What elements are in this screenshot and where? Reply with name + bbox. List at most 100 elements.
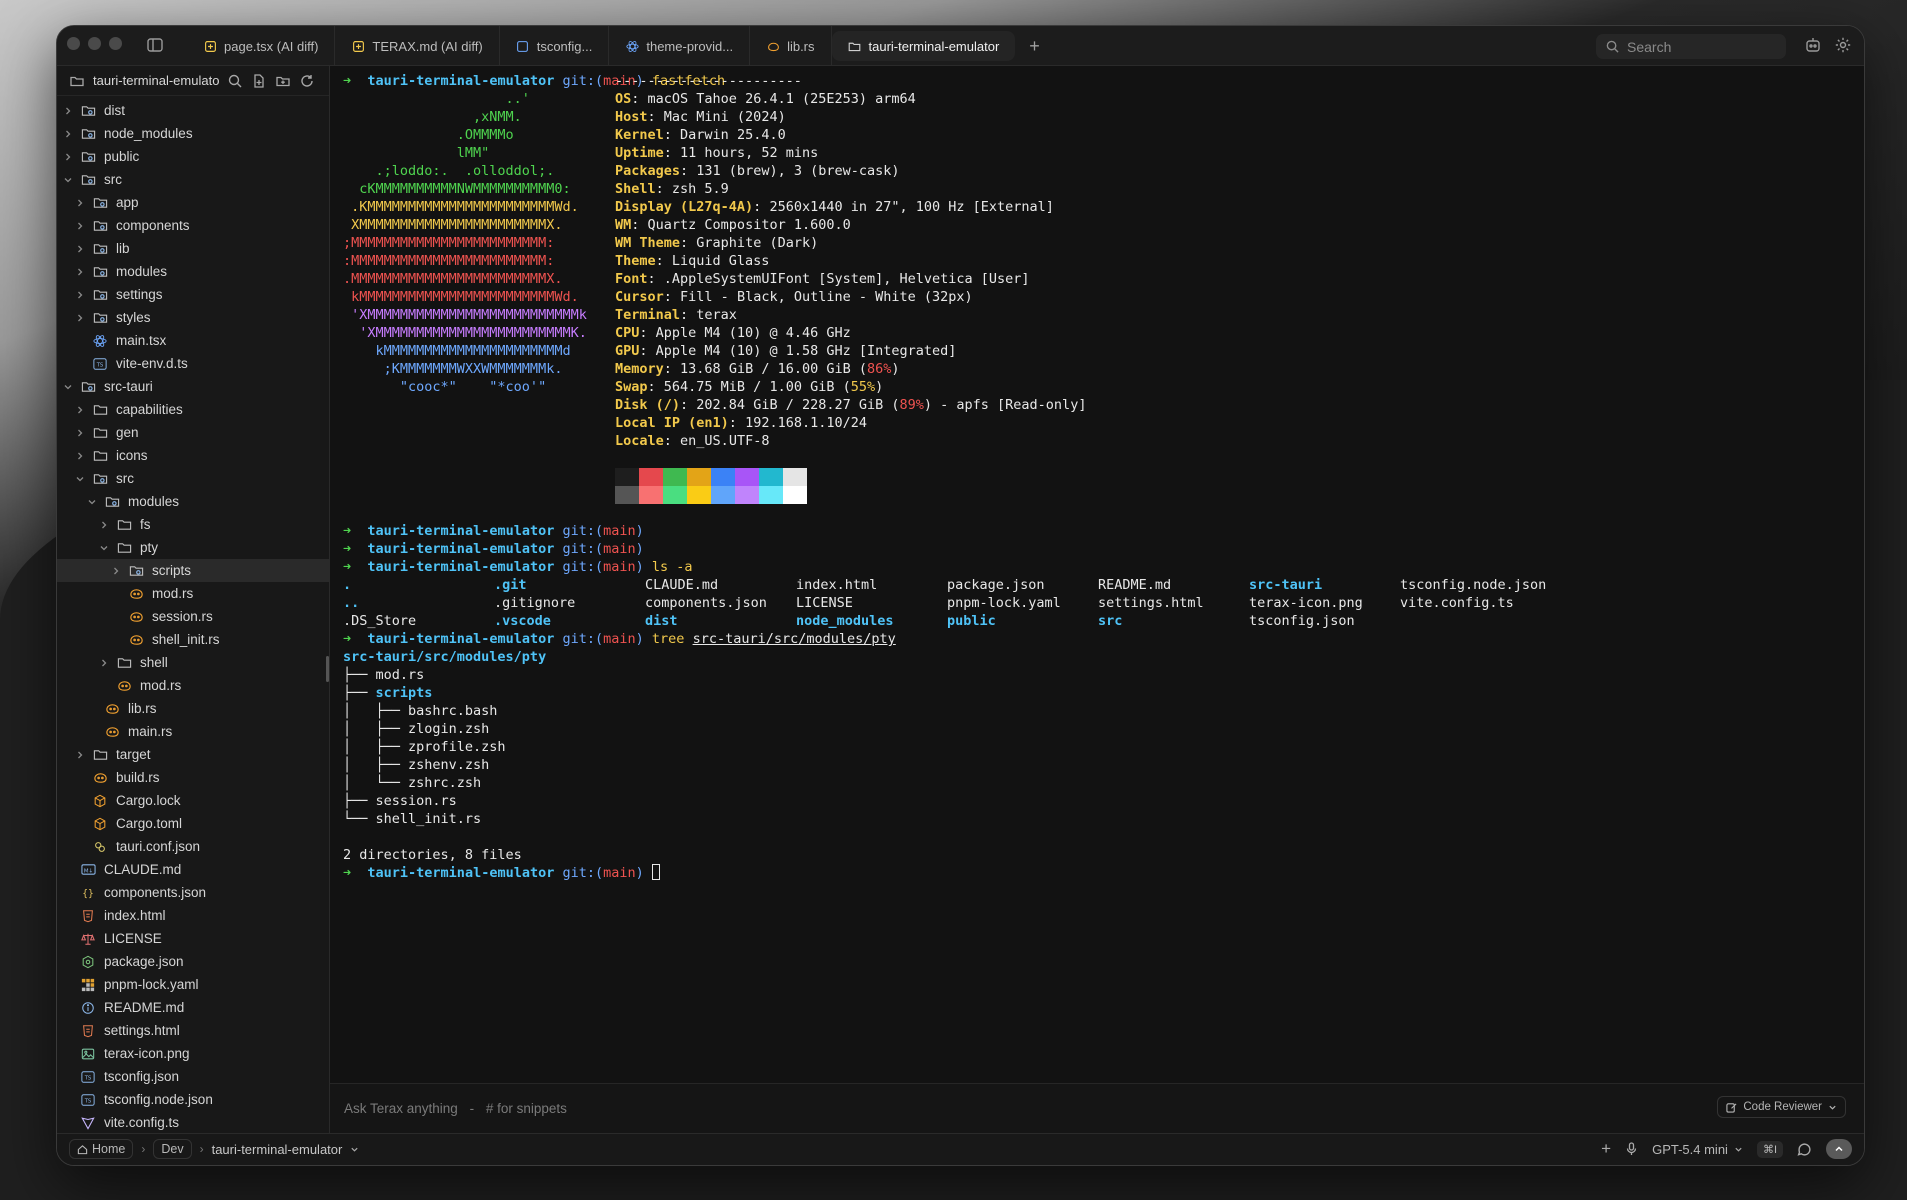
- tree-item-vite-env-d-ts[interactable]: TS vite-env.d.ts: [57, 352, 329, 375]
- tree-item-mod-rs[interactable]: mod.rs: [57, 674, 329, 697]
- tab-3[interactable]: tsconfig...: [500, 26, 610, 66]
- tree-item-styles[interactable]: styles: [57, 306, 329, 329]
- tree-item-mod-rs[interactable]: mod.rs: [57, 582, 329, 605]
- tree-item-pty[interactable]: pty: [57, 536, 329, 559]
- tree-item-claude-md[interactable]: M↓ CLAUDE.md: [57, 858, 329, 881]
- gear-icon[interactable]: [1834, 36, 1852, 54]
- chevron-right-icon[interactable]: [74, 312, 86, 324]
- tree-item-main-tsx[interactable]: main.tsx: [57, 329, 329, 352]
- new-file-icon[interactable]: [251, 73, 267, 89]
- tree-item-shell[interactable]: shell: [57, 651, 329, 674]
- chevron-right-icon[interactable]: [74, 749, 86, 761]
- tree-item-modules[interactable]: modules: [57, 260, 329, 283]
- chat-icon[interactable]: [1797, 1142, 1812, 1157]
- tree-item-icons[interactable]: icons: [57, 444, 329, 467]
- chevron-right-icon[interactable]: [62, 105, 74, 117]
- tree-item-components[interactable]: components: [57, 214, 329, 237]
- tree-item-settings[interactable]: settings: [57, 283, 329, 306]
- chevron-right-icon[interactable]: [98, 657, 110, 669]
- expand-panel-button[interactable]: [1826, 1139, 1852, 1159]
- search-box[interactable]: Search: [1596, 34, 1786, 59]
- tab-4[interactable]: theme-provid...: [609, 26, 751, 66]
- chevron-down-icon[interactable]: [62, 174, 74, 186]
- ask-input[interactable]: Ask Terax anything - # for snippets: [344, 1101, 567, 1116]
- chevron-down-icon[interactable]: [350, 1145, 359, 1154]
- chevron-down-icon[interactable]: [86, 496, 98, 508]
- terminal-output[interactable]: ➜ tauri-terminal-emulator git:(main) fas…: [330, 66, 1864, 1083]
- tree-item-tsconfig-node-json[interactable]: TS tsconfig.node.json: [57, 1088, 329, 1111]
- tab-5[interactable]: lib.rs: [750, 26, 832, 66]
- tree-item-lib-rs[interactable]: lib.rs: [57, 697, 329, 720]
- chevron-down-icon[interactable]: [74, 473, 86, 485]
- tree-item-settings-html[interactable]: settings.html: [57, 1019, 329, 1042]
- chevron-right-icon[interactable]: [74, 266, 86, 278]
- tree-item-dist[interactable]: dist: [57, 99, 329, 122]
- tree-item-vite-config-ts[interactable]: vite.config.ts: [57, 1111, 329, 1134]
- tree-item-terax-icon-png[interactable]: terax-icon.png: [57, 1042, 329, 1065]
- tree-item-build-rs[interactable]: build.rs: [57, 766, 329, 789]
- tree-item-src[interactable]: src: [57, 168, 329, 191]
- tree-item-cargo-toml[interactable]: Cargo.toml: [57, 812, 329, 835]
- chevron-right-icon[interactable]: [110, 565, 122, 577]
- tree-branch: │ ├──: [343, 721, 409, 737]
- sidebar-toggle-icon[interactable]: [146, 36, 164, 54]
- tree-item-node-modules[interactable]: node_modules: [57, 122, 329, 145]
- prompt-repo: tauri-terminal-emulator: [367, 559, 555, 575]
- chevron-right-icon[interactable]: [74, 243, 86, 255]
- tree-item-gen[interactable]: gen: [57, 421, 329, 444]
- plus-icon[interactable]: +: [1601, 1139, 1611, 1159]
- code-reviewer-button[interactable]: Code Reviewer: [1717, 1096, 1846, 1118]
- new-folder-icon[interactable]: [275, 73, 291, 89]
- tree-item-package-json[interactable]: package.json: [57, 950, 329, 973]
- chevron-right-icon[interactable]: [74, 197, 86, 209]
- close-window-button[interactable]: [67, 37, 80, 50]
- agent-icon[interactable]: [1804, 36, 1822, 54]
- tree-item-license[interactable]: LICENSE: [57, 927, 329, 950]
- search-icon[interactable]: [227, 73, 243, 89]
- microphone-icon[interactable]: [1625, 1142, 1638, 1156]
- tree-item-src[interactable]: src: [57, 467, 329, 490]
- tree-item-index-html[interactable]: index.html: [57, 904, 329, 927]
- breadcrumb-project[interactable]: tauri-terminal-emulator: [212, 1142, 343, 1157]
- tree-item-public[interactable]: public: [57, 145, 329, 168]
- chevron-down-icon[interactable]: [98, 542, 110, 554]
- chevron-down-icon[interactable]: [62, 381, 74, 393]
- tree-item-src-tauri[interactable]: src-tauri: [57, 375, 329, 398]
- chevron-right-icon[interactable]: [74, 427, 86, 439]
- tab-6[interactable]: tauri-terminal-emulator: [831, 31, 1016, 61]
- ask-bar[interactable]: Ask Terax anything - # for snippets Code…: [330, 1083, 1864, 1133]
- new-tab-button[interactable]: +: [1015, 26, 1054, 66]
- tree-item-tsconfig-json[interactable]: TS tsconfig.json: [57, 1065, 329, 1088]
- breadcrumb-home[interactable]: Home: [69, 1139, 134, 1159]
- chevron-right-icon[interactable]: [74, 450, 86, 462]
- chevron-right-icon[interactable]: [74, 289, 86, 301]
- minimize-window-button[interactable]: [88, 37, 101, 50]
- chevron-right-icon[interactable]: [74, 404, 86, 416]
- tree-item-app[interactable]: app: [57, 191, 329, 214]
- breadcrumb-dev[interactable]: Dev: [153, 1139, 192, 1159]
- zoom-window-button[interactable]: [109, 37, 122, 50]
- tree-item-modules[interactable]: modules: [57, 490, 329, 513]
- chevron-right-icon[interactable]: [74, 220, 86, 232]
- tree-item-cargo-lock[interactable]: Cargo.lock: [57, 789, 329, 812]
- sidebar-scrollbar[interactable]: [326, 656, 329, 682]
- tree-item-main-rs[interactable]: main.rs: [57, 720, 329, 743]
- tree-item-readme-md[interactable]: README.md: [57, 996, 329, 1019]
- tree-item-session-rs[interactable]: session.rs: [57, 605, 329, 628]
- tree-item-lib[interactable]: lib: [57, 237, 329, 260]
- refresh-icon[interactable]: [299, 73, 315, 89]
- chevron-right-icon[interactable]: [98, 519, 110, 531]
- tree-item-tauri-conf-json[interactable]: tauri.conf.json: [57, 835, 329, 858]
- tree-item-pnpm-lock-yaml[interactable]: pnpm-lock.yaml: [57, 973, 329, 996]
- tree-item-components-json[interactable]: {} components.json: [57, 881, 329, 904]
- tree-item-target[interactable]: target: [57, 743, 329, 766]
- tree-item-fs[interactable]: fs: [57, 513, 329, 536]
- tree-item-scripts[interactable]: scripts: [57, 559, 329, 582]
- model-selector[interactable]: GPT-5.4 mini: [1652, 1142, 1743, 1157]
- chevron-right-icon[interactable]: [62, 151, 74, 163]
- chevron-right-icon[interactable]: [62, 128, 74, 140]
- tree-item-shell-init-rs[interactable]: shell_init.rs: [57, 628, 329, 651]
- tab-1[interactable]: page.tsx (AI diff): [187, 26, 336, 66]
- tree-item-capabilities[interactable]: capabilities: [57, 398, 329, 421]
- tab-2[interactable]: TERAX.md (AI diff): [335, 26, 500, 66]
